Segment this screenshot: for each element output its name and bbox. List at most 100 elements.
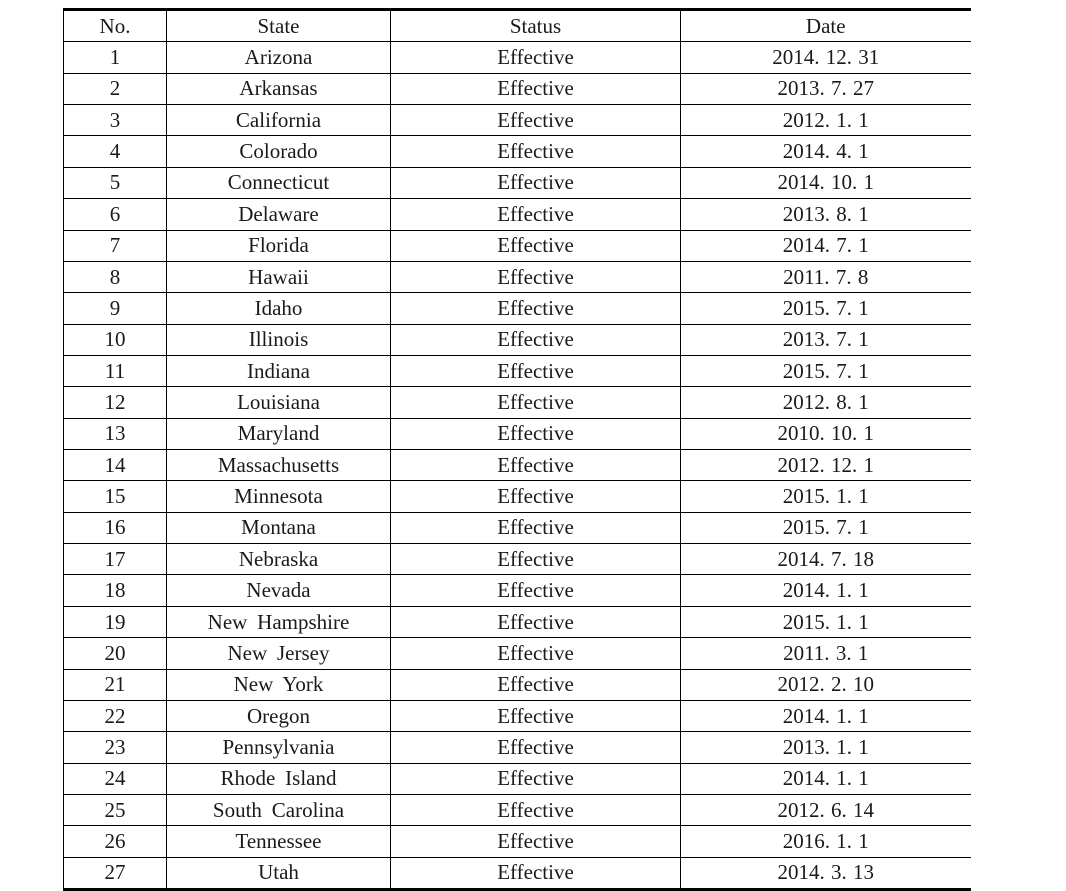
table-row: 3 California Effective 2012. 1. 1	[63, 104, 971, 137]
table-row: 21 New York Effective 2012. 2. 10	[63, 669, 971, 701]
cell-state: Florida	[166, 230, 391, 262]
column-header-no: No.	[63, 7, 167, 43]
cell-status: Effective	[390, 731, 681, 764]
table-body: 1 Arizona Effective 2014. 12. 31 2 Arkansas Ef…	[63, 41, 971, 891]
cell-date: 2012. 6. 14	[680, 794, 971, 827]
cell-no: 4	[63, 135, 167, 168]
cell-status: Effective	[390, 386, 681, 419]
cell-status: Effective	[390, 543, 681, 576]
cell-status: Effective	[390, 135, 681, 168]
table-row: 24 Rhode Island Effective 2014. 1. 1	[63, 763, 971, 795]
cell-no: 26	[63, 825, 167, 858]
cell-date: 2015. 7. 1	[680, 292, 971, 325]
table-row: 18 Nevada Effective 2014. 1. 1	[63, 574, 971, 607]
table-row: 10 Illinois Effective 2013. 7. 1	[63, 324, 971, 356]
cell-status: Effective	[390, 606, 681, 639]
table-row: 25 South Carolina Effective 2012. 6. 14	[63, 794, 971, 827]
cell-no: 15	[63, 480, 167, 513]
cell-no: 3	[63, 104, 167, 137]
table-row: 22 Oregon Effective 2014. 1. 1	[63, 700, 971, 733]
cell-state: New Hampshire	[166, 606, 391, 639]
cell-no: 21	[63, 669, 167, 701]
cell-status: Effective	[390, 355, 681, 388]
cell-date: 2014. 1. 1	[680, 763, 971, 795]
cell-status: Effective	[390, 449, 681, 482]
cell-date: 2015. 1. 1	[680, 480, 971, 513]
cell-state: Rhode Island	[166, 763, 391, 795]
cell-date: 2013. 7. 27	[680, 73, 971, 106]
cell-state: Idaho	[166, 292, 391, 325]
cell-no: 12	[63, 386, 167, 419]
cell-no: 1	[63, 41, 167, 74]
page-root: No. State Status Date 1 Arizona Effective 2…	[0, 0, 1066, 891]
cell-state: Delaware	[166, 198, 391, 231]
table-row: 5 Connecticut Effective 2014. 10. 1	[63, 167, 971, 200]
cell-date: 2012. 2. 10	[680, 669, 971, 701]
cell-status: Effective	[390, 324, 681, 356]
cell-date: 2014. 1. 1	[680, 574, 971, 607]
cell-no: 6	[63, 198, 167, 231]
cell-no: 13	[63, 418, 167, 451]
cell-state: Nevada	[166, 574, 391, 607]
table-header-row: No. State Status Date	[63, 7, 971, 43]
table-row: 16 Montana Effective 2015. 7. 1	[63, 512, 971, 545]
state-status-table: No. State Status Date 1 Arizona Effective 2…	[63, 7, 971, 891]
cell-no: 9	[63, 292, 167, 325]
cell-date: 2014. 10. 1	[680, 167, 971, 200]
table-header: No. State Status Date	[63, 7, 971, 43]
cell-status: Effective	[390, 418, 681, 451]
cell-state: Louisiana	[166, 386, 391, 419]
cell-no: 25	[63, 794, 167, 827]
cell-date: 2014. 3. 13	[680, 857, 971, 891]
cell-date: 2010. 10. 1	[680, 418, 971, 451]
cell-date: 2013. 8. 1	[680, 198, 971, 231]
cell-state: Illinois	[166, 324, 391, 356]
table-row: 6 Delaware Effective 2013. 8. 1	[63, 198, 971, 231]
cell-state: South Carolina	[166, 794, 391, 827]
cell-date: 2013. 1. 1	[680, 731, 971, 764]
cell-date: 2011. 7. 8	[680, 261, 971, 294]
table-row: 20 New Jersey Effective 2011. 3. 1	[63, 637, 971, 670]
cell-status: Effective	[390, 292, 681, 325]
cell-status: Effective	[390, 825, 681, 858]
cell-date: 2015. 7. 1	[680, 512, 971, 545]
cell-state: Arizona	[166, 41, 391, 74]
cell-state: New York	[166, 669, 391, 701]
table-row: 17 Nebraska Effective 2014. 7. 18	[63, 543, 971, 576]
cell-state: California	[166, 104, 391, 137]
cell-state: Tennessee	[166, 825, 391, 858]
column-header-status: Status	[390, 7, 681, 43]
table-row: 8 Hawaii Effective 2011. 7. 8	[63, 261, 971, 294]
cell-date: 2011. 3. 1	[680, 637, 971, 670]
cell-date: 2014. 1. 1	[680, 700, 971, 733]
cell-status: Effective	[390, 637, 681, 670]
cell-date: 2012. 12. 1	[680, 449, 971, 482]
table-row: 1 Arizona Effective 2014. 12. 31	[63, 41, 971, 74]
cell-date: 2015. 7. 1	[680, 355, 971, 388]
cell-status: Effective	[390, 857, 681, 891]
table-row: 26 Tennessee Effective 2016. 1. 1	[63, 825, 971, 858]
cell-status: Effective	[390, 198, 681, 231]
table-row: 13 Maryland Effective 2010. 10. 1	[63, 418, 971, 451]
table-row: 7 Florida Effective 2014. 7. 1	[63, 230, 971, 262]
cell-no: 8	[63, 261, 167, 294]
cell-no: 19	[63, 606, 167, 639]
cell-no: 17	[63, 543, 167, 576]
cell-no: 14	[63, 449, 167, 482]
cell-status: Effective	[390, 512, 681, 545]
cell-state: Arkansas	[166, 73, 391, 106]
table-row: 15 Minnesota Effective 2015. 1. 1	[63, 480, 971, 513]
cell-date: 2013. 7. 1	[680, 324, 971, 356]
cell-status: Effective	[390, 480, 681, 513]
cell-no: 20	[63, 637, 167, 670]
cell-date: 2014. 12. 31	[680, 41, 971, 74]
column-header-state: State	[166, 7, 391, 43]
table-row: 9 Idaho Effective 2015. 7. 1	[63, 292, 971, 325]
cell-status: Effective	[390, 261, 681, 294]
cell-date: 2016. 1. 1	[680, 825, 971, 858]
cell-state: Minnesota	[166, 480, 391, 513]
table-row: 12 Louisiana Effective 2012. 8. 1	[63, 386, 971, 419]
cell-status: Effective	[390, 73, 681, 106]
cell-state: Maryland	[166, 418, 391, 451]
cell-date: 2012. 8. 1	[680, 386, 971, 419]
